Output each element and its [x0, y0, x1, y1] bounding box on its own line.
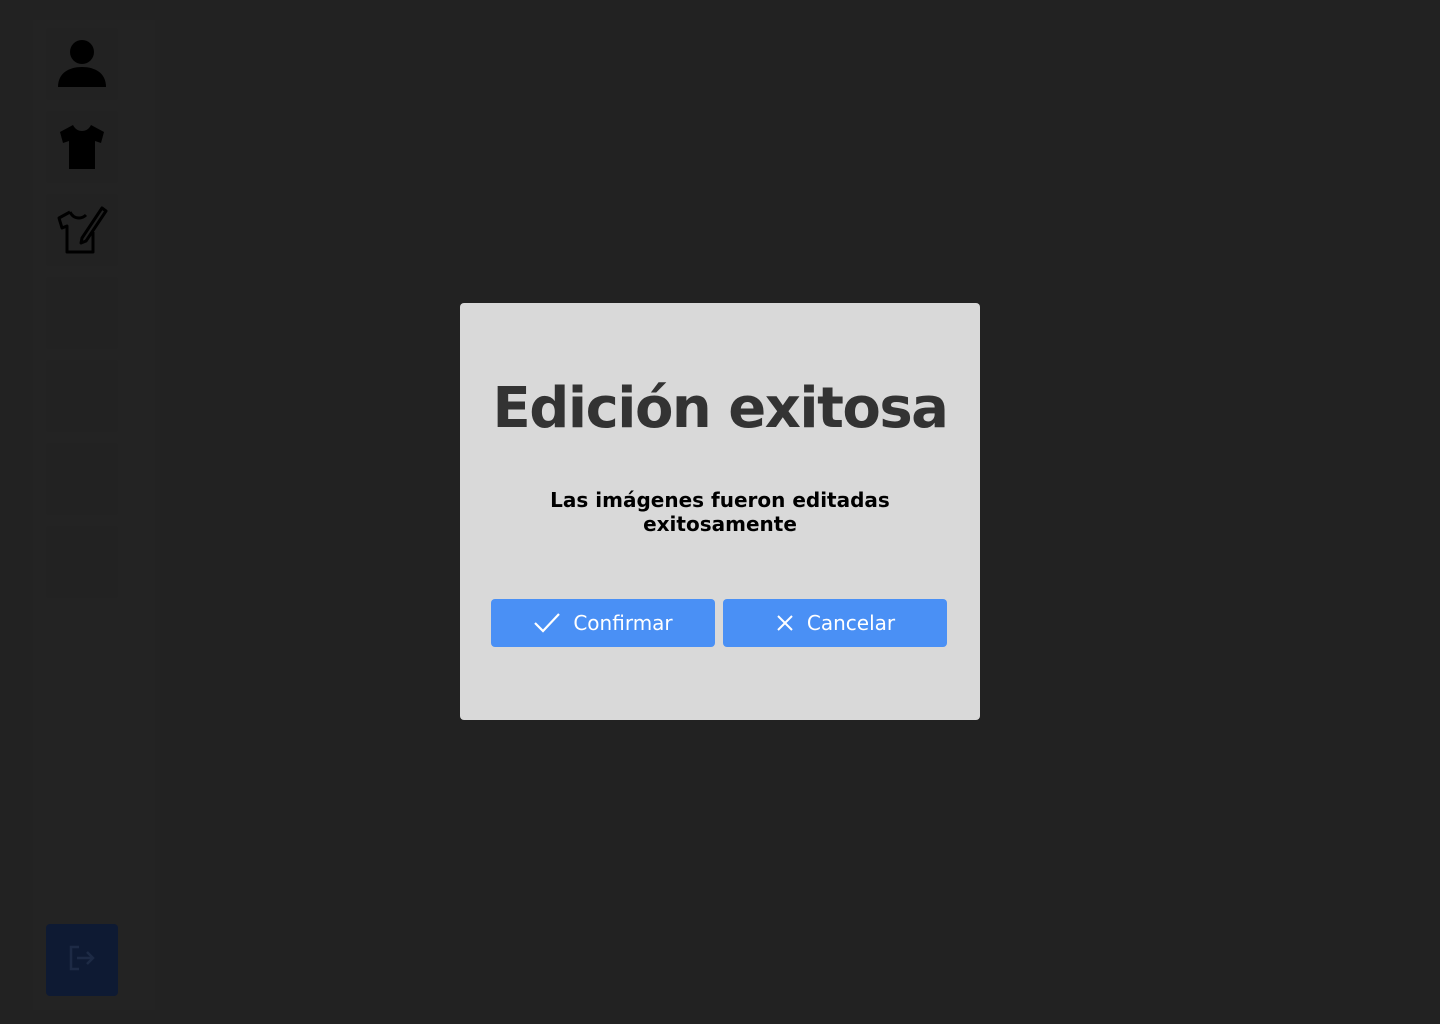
- sidebar-item-products[interactable]: [46, 111, 118, 183]
- sidebar-item-empty-1: [46, 277, 118, 349]
- confirm-button-label: Confirmar: [573, 611, 673, 635]
- sidebar: [33, 20, 155, 1010]
- sidebar-item-empty-4: [46, 526, 118, 598]
- dialog-title: Edición exitosa: [492, 376, 949, 441]
- cancel-button-label: Cancelar: [806, 611, 896, 635]
- confirm-button[interactable]: Confirmar: [491, 599, 715, 647]
- close-icon: [775, 613, 795, 633]
- logout-icon: [68, 944, 96, 977]
- sidebar-item-profile[interactable]: [46, 28, 118, 100]
- logout-button[interactable]: [46, 924, 118, 996]
- user-icon: [57, 39, 107, 89]
- page: Edición exitosa Las imágenes fueron edit…: [0, 0, 1440, 1024]
- tshirt-edit-icon: [56, 202, 108, 258]
- tshirt-icon: [58, 123, 106, 171]
- sidebar-item-edit-products[interactable]: [46, 194, 118, 266]
- dialog-message: Las imágenes fueron editadas exitosament…: [550, 488, 890, 536]
- cancel-button[interactable]: Cancelar: [723, 599, 947, 647]
- check-icon: [533, 612, 561, 634]
- sidebar-item-empty-3: [46, 443, 118, 515]
